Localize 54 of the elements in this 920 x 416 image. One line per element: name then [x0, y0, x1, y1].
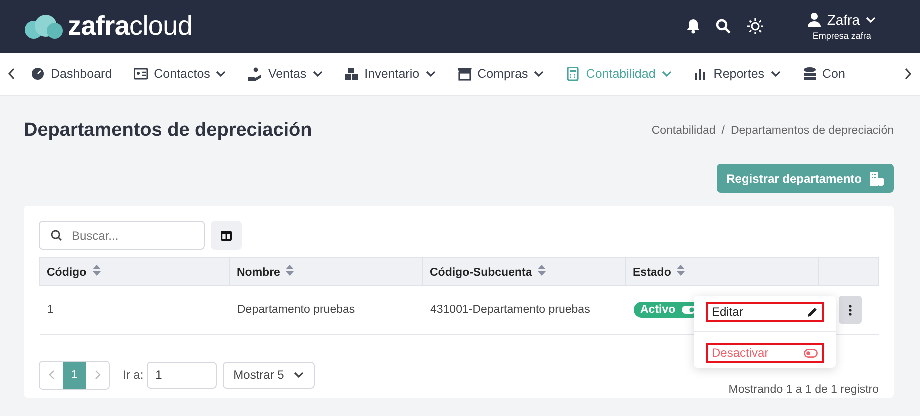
sun-icon[interactable] — [747, 18, 764, 35]
nav-icon — [694, 67, 708, 81]
column-header[interactable]: Nombre — [237, 266, 280, 278]
search-field[interactable]: Buscar... — [39, 221, 205, 250]
chevron-right-icon — [94, 370, 100, 380]
nav-icon — [31, 67, 45, 81]
user-icon[interactable] — [808, 13, 822, 27]
nav-item[interactable]: Ventas — [237, 67, 334, 81]
columns-icon — [221, 230, 232, 240]
more-icon — [848, 304, 852, 316]
chevron-left-icon — [48, 370, 54, 380]
breadcrumb-item: Departamentos de depreciación — [730, 125, 894, 137]
search-icon[interactable] — [716, 19, 732, 34]
goto-field[interactable]: 1 — [146, 362, 217, 388]
nav-item[interactable]: Dashboard — [20, 67, 124, 81]
table-cell: Departamento pruebas — [238, 304, 356, 316]
building-icon — [870, 172, 884, 186]
nav-item[interactable]: Con — [792, 67, 856, 81]
table-cell: 1 — [48, 304, 54, 316]
chevron-down-icon — [294, 372, 304, 378]
column-header[interactable]: Estado — [633, 266, 672, 278]
nav-item[interactable]: Reportes — [682, 67, 792, 81]
company-name: Empresa zafra — [812, 31, 872, 41]
goto-label: Ir a: — [123, 368, 144, 382]
nav-icon — [566, 67, 580, 81]
nav-item[interactable]: Compras — [446, 67, 556, 81]
sort-icon[interactable] — [286, 264, 294, 276]
column-header[interactable]: Código — [47, 266, 87, 278]
nav-icon — [458, 67, 472, 81]
pencil-icon — [807, 306, 818, 318]
cloud-logo-icon — [24, 14, 64, 38]
nav-icon — [248, 67, 262, 81]
columns-button[interactable] — [211, 221, 242, 250]
records-summary: Mostrando 1 a 1 de 1 registro — [728, 384, 879, 396]
more-button[interactable] — [838, 296, 862, 324]
sort-icon[interactable] — [677, 264, 686, 276]
breadcrumb-separator: / — [722, 125, 725, 137]
logo-text[interactable]: zafracloud — [68, 11, 193, 42]
toggle-icon — [804, 348, 818, 358]
nav-icon — [344, 67, 359, 81]
sort-icon[interactable] — [538, 264, 546, 276]
chevron-down-icon — [866, 17, 876, 23]
nav-icon — [134, 67, 148, 81]
menu-item[interactable]: Editar — [706, 302, 824, 322]
sort-icon[interactable] — [92, 264, 101, 276]
user-name[interactable]: Zafra — [827, 12, 860, 28]
nav-icon — [802, 67, 817, 81]
nav-item[interactable]: Inventario — [334, 67, 447, 81]
page-title: Departamentos de depreciación — [24, 120, 312, 142]
bell-icon[interactable] — [687, 19, 700, 34]
nav-item[interactable]: Contactos — [123, 67, 238, 81]
table-cell: 431001-Departamento pruebas — [430, 304, 590, 316]
breadcrumb-item[interactable]: Contabilidad — [652, 125, 716, 137]
page-size-dropdown[interactable]: Mostrar 5 — [222, 362, 316, 388]
